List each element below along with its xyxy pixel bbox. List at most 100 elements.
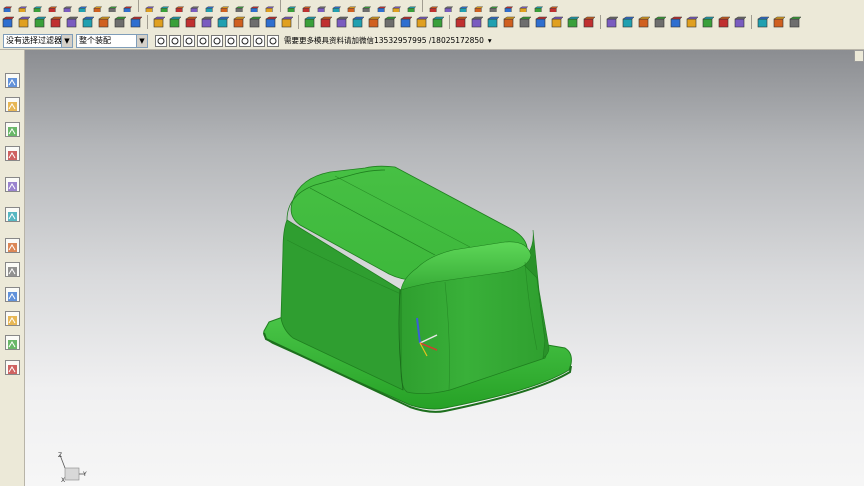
grid-icon[interactable] [518, 15, 532, 29]
view-top-icon[interactable] [383, 15, 397, 29]
point-on-face-icon[interactable] [253, 34, 265, 47]
patch-icon[interactable] [427, 1, 440, 12]
mold-icon[interactable] [547, 1, 560, 12]
axis-icon[interactable] [264, 15, 278, 29]
point-icon[interactable] [17, 15, 31, 29]
color-icon[interactable] [65, 15, 79, 29]
view-front-icon[interactable] [367, 15, 381, 29]
roles-icon[interactable] [5, 287, 20, 302]
shell-icon[interactable] [345, 1, 358, 12]
pin-icon[interactable] [669, 15, 683, 29]
intersect-icon[interactable] [232, 15, 246, 29]
revolve-icon[interactable] [203, 1, 216, 12]
undo-icon[interactable] [91, 1, 104, 12]
viewport-corner-handle[interactable] [854, 50, 864, 62]
selection-scope-select[interactable]: 整个装配 ▼ [76, 33, 148, 48]
render-icon[interactable] [457, 1, 470, 12]
hole-icon[interactable] [218, 1, 231, 12]
insert-icon[interactable] [717, 15, 731, 29]
perspective-icon[interactable] [502, 15, 516, 29]
process-studio-icon[interactable] [5, 238, 20, 253]
blend-icon[interactable] [315, 1, 328, 12]
view-icon[interactable] [517, 1, 530, 12]
boss-icon[interactable] [233, 1, 246, 12]
studio-icon[interactable] [486, 15, 500, 29]
control-point-icon[interactable] [183, 34, 195, 47]
reuse-library-icon[interactable] [5, 146, 20, 161]
sphere-yellow-icon[interactable] [442, 1, 455, 12]
quadrant-icon[interactable] [225, 34, 237, 47]
open-icon[interactable] [16, 1, 29, 12]
model-canvas[interactable]: Z Y X [25, 50, 864, 486]
datum-plane-icon[interactable] [33, 15, 47, 29]
align-icon[interactable] [81, 15, 95, 29]
extrude-icon[interactable] [188, 1, 201, 12]
trim-icon[interactable] [375, 1, 388, 12]
point-on-curve-icon[interactable] [239, 34, 251, 47]
visualization-icon[interactable] [5, 262, 20, 277]
sew-icon[interactable] [405, 1, 418, 12]
measure-icon[interactable] [487, 1, 500, 12]
gate-icon[interactable] [788, 15, 802, 29]
end-point-icon[interactable] [155, 34, 167, 47]
section-icon[interactable] [502, 1, 515, 12]
assembly-navigator-icon[interactable] [5, 73, 20, 88]
chevron-down-icon[interactable]: ▾ [488, 36, 492, 45]
slot-icon[interactable] [285, 1, 298, 12]
circle-icon[interactable] [582, 15, 596, 29]
wireframe-icon[interactable] [454, 15, 468, 29]
plate-icon[interactable] [701, 15, 715, 29]
mirror-icon[interactable] [152, 15, 166, 29]
move-icon[interactable] [184, 15, 198, 29]
sphere-icon[interactable] [173, 1, 186, 12]
arc-center-icon[interactable] [211, 34, 223, 47]
system-materials-icon[interactable] [5, 311, 20, 326]
table-icon[interactable] [566, 15, 580, 29]
block-icon[interactable] [121, 1, 134, 12]
part-navigator-icon[interactable] [5, 122, 20, 137]
redo-icon[interactable] [106, 1, 119, 12]
ejector-icon[interactable] [685, 15, 699, 29]
pattern-icon[interactable] [168, 15, 182, 29]
fit-icon[interactable] [319, 15, 333, 29]
new-icon[interactable] [1, 1, 14, 12]
layer-icon[interactable] [532, 1, 545, 12]
cone-icon[interactable] [158, 1, 171, 12]
chamfer-icon[interactable] [330, 1, 343, 12]
lifter-icon[interactable] [772, 15, 786, 29]
view-right-icon[interactable] [399, 15, 413, 29]
paste-icon[interactable] [76, 1, 89, 12]
spring-icon[interactable] [637, 15, 651, 29]
green-box-part[interactable] [263, 165, 572, 413]
history-icon[interactable] [5, 207, 20, 222]
bounded-grid-icon[interactable] [267, 34, 279, 47]
analysis-icon[interactable] [472, 1, 485, 12]
graphics-window[interactable]: Z Y X [25, 50, 864, 486]
mid-point-icon[interactable] [169, 34, 181, 47]
red-cube-icon[interactable] [550, 15, 564, 29]
zoom-icon[interactable] [335, 15, 349, 29]
stack-icon[interactable] [621, 15, 635, 29]
box-red-icon[interactable] [97, 15, 111, 29]
subtract-icon[interactable] [216, 15, 230, 29]
intersection-icon[interactable] [197, 34, 209, 47]
bolt-icon[interactable] [605, 15, 619, 29]
copy-icon[interactable] [61, 1, 74, 12]
rotate-icon[interactable] [248, 15, 262, 29]
cut-icon[interactable] [46, 1, 59, 12]
split-icon[interactable] [390, 1, 403, 12]
type-filter-select[interactable]: 没有选择过滤器 ▼ [3, 33, 73, 48]
draft-icon[interactable] [360, 1, 373, 12]
cap-icon[interactable] [653, 15, 667, 29]
cylinder-icon[interactable] [143, 1, 156, 12]
pad-icon[interactable] [263, 1, 276, 12]
snap-grid-icon[interactable] [534, 15, 548, 29]
pan-icon[interactable] [351, 15, 365, 29]
cooling-icon[interactable] [733, 15, 747, 29]
sketch-icon[interactable] [1, 15, 15, 29]
save-icon[interactable] [31, 1, 44, 12]
groove-icon[interactable] [300, 1, 313, 12]
arc-icon[interactable] [129, 15, 143, 29]
web-browser-icon[interactable] [5, 177, 20, 192]
hidden-line-icon[interactable] [470, 15, 484, 29]
